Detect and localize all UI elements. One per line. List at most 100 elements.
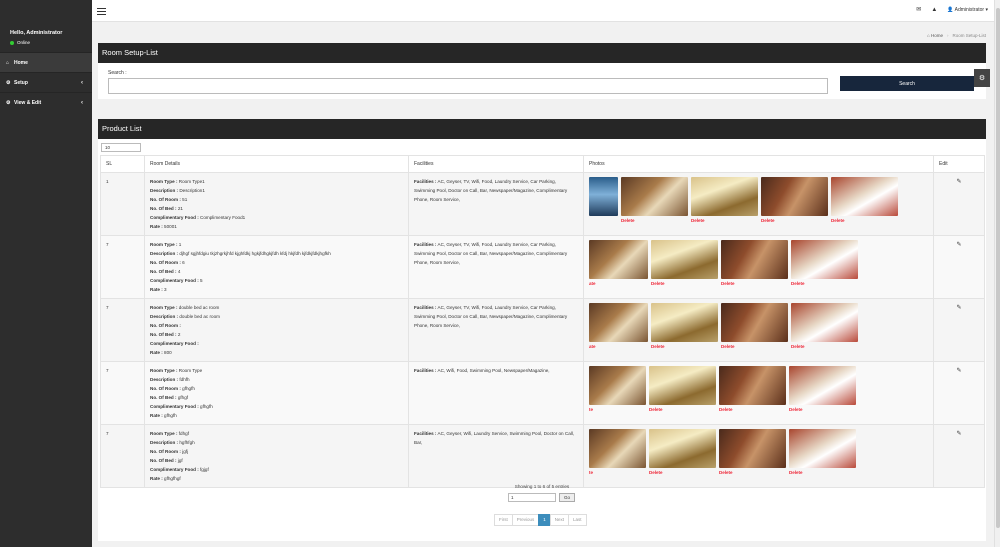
breadcrumb-separator: › bbox=[946, 33, 949, 38]
room-photo: Delete bbox=[621, 177, 688, 225]
room-photo: Delete bbox=[649, 429, 716, 477]
sidebar-item-label: Setup bbox=[14, 79, 28, 86]
column-header[interactable]: Edit bbox=[933, 155, 985, 173]
sidebar-item-setup[interactable]: ⚙ Setup ‹ bbox=[0, 72, 92, 92]
pager-first[interactable]: First bbox=[494, 514, 513, 526]
edit-icon[interactable]: ✎ bbox=[956, 305, 961, 311]
room-photo-image bbox=[589, 366, 646, 405]
room-photo-image bbox=[621, 177, 688, 216]
column-header[interactable]: Room Details bbox=[144, 155, 409, 173]
pager-next[interactable]: Next bbox=[549, 514, 570, 526]
room-photo: te bbox=[589, 429, 646, 477]
room-room-type: Room Type : fdhgf bbox=[150, 431, 189, 436]
room-complimentary-food: Complimentary Food : fgjgf bbox=[150, 467, 209, 472]
gears-icon: ⚙ bbox=[6, 99, 11, 106]
pager-last[interactable]: Last bbox=[568, 514, 587, 526]
delete-photo-link[interactable]: Delete bbox=[649, 468, 716, 477]
room-photo-image bbox=[721, 240, 788, 279]
caret-down-icon: ▾ bbox=[985, 6, 988, 13]
cell-edit: ✎ bbox=[933, 361, 985, 425]
cell-room-details: Room Type : Room Type1 Description : Desc… bbox=[144, 172, 409, 236]
cell-photos: te Delete Delete Delete bbox=[583, 424, 934, 488]
room-complimentary-food: Complimentary Food : Complimentary Food1 bbox=[150, 215, 246, 220]
search-input[interactable] bbox=[108, 78, 828, 94]
delete-photo-link[interactable]: ate bbox=[589, 342, 648, 351]
cell-sl: 7 bbox=[100, 361, 145, 425]
edit-icon[interactable]: ✎ bbox=[956, 431, 961, 437]
room-photo-image bbox=[589, 429, 646, 468]
delete-photo-link[interactable]: ate bbox=[589, 279, 648, 288]
delete-photo-link[interactable]: te bbox=[589, 405, 646, 414]
room-photo: Delete bbox=[721, 303, 788, 351]
room-no-of-bed: No. Of Bed : jgf bbox=[150, 458, 183, 463]
room-description: Description : double bed ac room bbox=[150, 314, 220, 319]
pager-previous[interactable]: Previous bbox=[511, 514, 540, 526]
page-scrollbar[interactable] bbox=[994, 0, 1000, 547]
delete-photo-link[interactable]: Delete bbox=[649, 405, 716, 414]
envelope-icon[interactable]: ✉ bbox=[916, 6, 921, 13]
table-row: 7 Room Type : fdhgf Description : hgfhfgh… bbox=[100, 424, 985, 488]
room-photo-image bbox=[789, 429, 856, 468]
cell-edit: ✎ bbox=[933, 172, 985, 236]
room-photo: Delete bbox=[789, 429, 856, 477]
delete-photo-link[interactable]: Delete bbox=[721, 279, 788, 288]
column-header[interactable]: Facilities bbox=[408, 155, 584, 173]
room-rate: Rate : gfhgfhgf bbox=[150, 476, 181, 481]
search-panel: Room Setup-List Search : Search bbox=[98, 43, 986, 99]
room-room-type: Room Type : Room Type1 bbox=[150, 179, 205, 184]
delete-photo-link[interactable]: Delete bbox=[651, 279, 718, 288]
room-photo-image bbox=[791, 303, 858, 342]
sidebar-item-home[interactable]: ⌂ Home bbox=[0, 52, 92, 72]
sidebar-item-view-edit[interactable]: ⚙ View & Edit ‹ bbox=[0, 92, 92, 112]
delete-photo-link[interactable]: Delete bbox=[831, 216, 898, 225]
cell-photos: ate Delete Delete Delete bbox=[583, 298, 934, 362]
photo-strip: te Delete Delete Delete bbox=[589, 429, 933, 477]
room-photo: Delete bbox=[791, 303, 858, 351]
delete-photo-link[interactable]: Delete bbox=[651, 342, 718, 351]
room-rate: Rate : 800 bbox=[150, 350, 172, 355]
delete-photo-link[interactable]: Delete bbox=[789, 468, 856, 477]
cell-facilities: Facilities : AC, Geyser, Wifi, Laundry S… bbox=[408, 424, 584, 488]
edit-icon[interactable]: ✎ bbox=[956, 242, 961, 248]
delete-photo-link[interactable]: te bbox=[589, 468, 646, 477]
edit-icon[interactable]: ✎ bbox=[956, 368, 961, 374]
delete-photo-link[interactable]: Delete bbox=[691, 216, 758, 225]
room-photo: te bbox=[589, 366, 646, 414]
column-header[interactable]: Photos bbox=[583, 155, 934, 173]
delete-photo-link[interactable]: Delete bbox=[791, 279, 858, 288]
room-photo-image bbox=[589, 303, 648, 342]
delete-photo-link[interactable]: Delete bbox=[719, 405, 786, 414]
table-row: 7 Room Type : Room Type Description : fdh… bbox=[100, 361, 985, 425]
delete-photo-link[interactable]: Delete bbox=[791, 342, 858, 351]
delete-photo-link[interactable]: Delete bbox=[761, 216, 828, 225]
edit-icon[interactable]: ✎ bbox=[956, 179, 961, 185]
room-rate: Rate : gfhgfh bbox=[150, 413, 177, 418]
delete-photo-link[interactable]: Delete bbox=[789, 405, 856, 414]
warning-icon[interactable]: ▲ bbox=[931, 7, 937, 13]
gears-icon: ⚙ bbox=[6, 79, 11, 86]
go-button[interactable]: Go bbox=[559, 493, 575, 502]
room-photo-image bbox=[589, 177, 618, 216]
cell-edit: ✎ bbox=[933, 235, 985, 299]
delete-photo-link[interactable]: Delete bbox=[621, 216, 688, 225]
cell-room-details: Room Type : fdhgf Description : hgfhfgh No… bbox=[144, 424, 409, 488]
room-rate: Rate : 50001 bbox=[150, 224, 177, 229]
room-photo-image bbox=[649, 366, 716, 405]
settings-gear-icon[interactable]: ⚙ bbox=[974, 69, 990, 87]
breadcrumb: ⌂ Home › Room Setup-List bbox=[927, 33, 986, 38]
goto-page-input[interactable]: 1 bbox=[508, 493, 556, 502]
menu-toggle-icon[interactable] bbox=[97, 8, 106, 17]
scrollbar-thumb[interactable] bbox=[996, 8, 1000, 528]
delete-photo-link[interactable]: Delete bbox=[721, 342, 788, 351]
page-length-select[interactable]: 10 bbox=[101, 143, 141, 152]
delete-photo-link[interactable]: Delete bbox=[719, 468, 786, 477]
room-no-of-room: No. Of Room : bbox=[150, 323, 181, 328]
cell-facilities: Facilities : AC, Geyser, TV, Wifi, Food,… bbox=[408, 235, 584, 299]
column-header[interactable]: SL bbox=[100, 155, 145, 173]
cell-sl: 7 bbox=[100, 298, 145, 362]
search-button[interactable]: Search bbox=[840, 76, 974, 91]
user-menu[interactable]: 👤 Administrator ▾ bbox=[947, 7, 988, 13]
room-photo: Delete bbox=[719, 366, 786, 414]
online-dot-icon bbox=[10, 40, 14, 45]
breadcrumb-home[interactable]: ⌂ Home bbox=[927, 33, 943, 38]
